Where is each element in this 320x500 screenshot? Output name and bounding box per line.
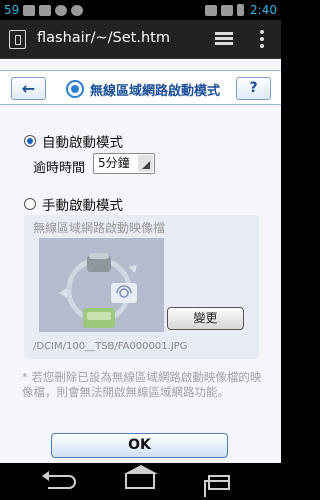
image-file-path: /DCIM/100__TSB/FA000001.JPG [33,341,188,352]
ok-button[interactable]: OK [51,433,228,458]
wifi-icon [205,4,218,16]
overflow-menu-icon[interactable] [258,30,266,50]
page-content: ← 無線區域網路啟動模式 ? 自動啟動模式 逾時時間 5分鐘 手動啟動模式 無線… [0,59,281,463]
page-header: ← 無線區域網路啟動模式 ? [0,70,281,105]
help-notification-icon [71,4,84,16]
help-button[interactable]: ? [236,77,271,100]
nav-home-icon[interactable] [124,465,158,489]
tabs-icon[interactable] [215,31,235,47]
notification-count: 59 [4,3,20,17]
url-title[interactable]: flashair/~/Set.htm [37,30,170,46]
whatsapp-notification-icon [55,4,68,16]
timeout-select[interactable]: 5分鐘 [93,153,155,174]
manual-mode-option[interactable]: 手動啟動模式 [24,194,123,214]
back-button[interactable]: ← [11,77,46,100]
status-bar: 59 2:40 [0,0,281,20]
clock: 2:40 [250,3,277,17]
nav-recent-apps-icon[interactable] [204,475,230,497]
timeout-value: 5分鐘 [98,156,130,170]
signal-icon [221,4,234,16]
manual-mode-panel: 無線區域網路啟動映像檔 變更 /DCIM/100__TSB/FA000001.J… [24,215,259,359]
hangouts-notification-icon [39,4,52,16]
warning-note: * 若您刪除已設為無線區域網路啟動映像檔的映像檔，則會無法開啟無線區域網路功能。 [22,370,262,399]
auto-mode-option[interactable]: 自動啟動模式 [24,131,123,151]
browser-action-bar: flashair/~/Set.htm [0,20,281,59]
battery-icon [237,4,245,16]
manual-mode-radio[interactable] [24,198,36,210]
system-navigation-bar [0,463,281,500]
dropdown-arrow-icon [138,155,153,172]
wireless-lan-icon [66,80,84,98]
wireless-startup-illustration [39,238,164,332]
flashair-app-icon[interactable] [9,30,26,49]
auto-mode-radio[interactable] [24,135,36,147]
startup-image-preview [39,238,164,332]
timeout-label: 逾時時間 [33,161,86,176]
manual-mode-label: 手動啟動模式 [42,198,123,214]
nav-back-icon[interactable] [42,471,76,489]
image-notification-icon [23,4,36,16]
startup-image-label: 無線區域網路啟動映像檔 [33,221,166,235]
auto-mode-label: 自動啟動模式 [42,135,123,151]
page-title: 無線區域網路啟動模式 [90,84,221,99]
change-image-button[interactable]: 變更 [167,307,244,330]
